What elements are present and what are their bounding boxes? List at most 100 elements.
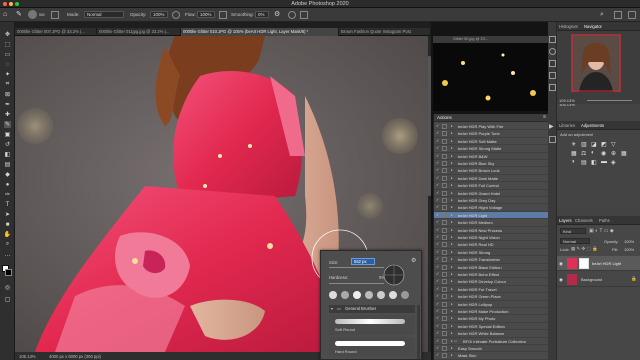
hue-saturation-icon[interactable]: ▦ (571, 150, 577, 157)
action-item[interactable]: ✓ ▸ beArt HDR Develop Colour (434, 278, 549, 286)
action-item[interactable]: ✓ ▸ beArt HDR Strong Matte (434, 145, 549, 153)
expand-icon[interactable]: ▸ (451, 323, 453, 330)
tab-adjustments[interactable]: Adjustments (581, 121, 604, 130)
navigator-zoom-slider[interactable] (587, 100, 632, 101)
screen-mode-icon[interactable]: ▢ (4, 296, 11, 303)
action-item[interactable]: ✓ ▸ beArt HDR Full Control (434, 182, 549, 190)
action-toggle-checkbox[interactable]: ✓ (436, 220, 440, 224)
brush-preset-swatch[interactable] (365, 291, 373, 299)
invert-icon[interactable]: ◑ (571, 159, 575, 165)
expand-icon[interactable]: ▸ (451, 301, 453, 308)
gradient-map-icon[interactable]: ▬ (601, 159, 607, 165)
action-item[interactable]: ✓ ▸ beArt HDR White Balance (434, 330, 549, 338)
expand-icon[interactable]: ▸ (451, 153, 453, 160)
action-item[interactable]: ✓ ▸ beArt HDR Play With Fire (434, 123, 549, 131)
dialog-toggle-box[interactable] (442, 227, 447, 233)
swatches-panel-icon[interactable] (549, 60, 556, 67)
action-item[interactable]: ✓ ▸ beArt HDR Green Place (434, 293, 549, 301)
action-item[interactable]: ✓ ▸ beArt HDR Night Vision (434, 234, 549, 242)
action-toggle-checkbox[interactable]: ✓ (436, 146, 440, 150)
type-tool-icon[interactable]: T (4, 201, 11, 208)
selective-color-icon[interactable]: ◈ (611, 159, 616, 166)
dialog-toggle-box[interactable] (442, 153, 447, 159)
action-toggle-checkbox[interactable]: ✓ (436, 309, 440, 313)
lasso-tool-icon[interactable]: ◌ (4, 61, 11, 68)
expand-icon[interactable]: ▸ (451, 160, 453, 167)
mode-select[interactable]: Normal (84, 11, 124, 18)
expand-icon[interactable]: ▸ (451, 123, 453, 130)
action-item[interactable]: ✓ ▸ beArt HDR Transformer (434, 256, 549, 264)
dialog-toggle-box[interactable] (442, 279, 447, 285)
hand-tool-icon[interactable]: ✋ (4, 231, 11, 238)
action-toggle-checkbox[interactable]: ✓ (436, 323, 440, 328)
layer-row[interactable]: ◉ Background 🔒 (557, 272, 640, 287)
move-tool-icon[interactable]: ✥ (4, 31, 11, 38)
search-icon[interactable]: ⌕ (600, 11, 608, 19)
dialog-toggle-box[interactable] (442, 161, 447, 166)
action-toggle-checkbox[interactable]: ✓ (436, 264, 440, 269)
dialog-toggle-box[interactable] (442, 353, 447, 359)
blend-mode-select[interactable]: Normal (560, 238, 590, 244)
expand-icon[interactable]: ▸ (451, 182, 453, 189)
action-toggle-checkbox[interactable]: ✓ (436, 272, 440, 276)
action-toggle-checkbox[interactable]: ✓ (436, 301, 440, 306)
action-item[interactable]: ✓ ▸ Mask Skin (434, 352, 549, 360)
color-balance-icon[interactable]: ⚖ (581, 150, 586, 157)
action-toggle-checkbox[interactable]: ✓ (436, 212, 440, 217)
action-item[interactable]: ✓ ▸ beArt HDR Soft Matte (434, 138, 549, 146)
action-item[interactable]: ✓ ▸ beArt HDR Purple Tone (434, 130, 549, 138)
artboard-tool-icon[interactable]: ⬚ (4, 41, 11, 48)
dialog-toggle-box[interactable] (442, 183, 447, 189)
folder-expand-icon[interactable]: ▸ ▭ (451, 338, 457, 345)
action-toggle-checkbox[interactable]: ✓ (436, 316, 440, 320)
layer-filter-icons[interactable]: ▣ ◐ T ▭ ◆ (589, 228, 637, 234)
stamp-tool-icon[interactable]: ▣ (4, 131, 11, 138)
dialog-toggle-box[interactable] (442, 131, 447, 137)
quick-mask-icon[interactable]: ◎ (4, 284, 11, 291)
action-item[interactable]: ✓ ▸ beArt HDR Black Edition (434, 264, 549, 271)
expand-icon[interactable]: ▸ (451, 175, 453, 182)
dodge-tool-icon[interactable]: ● (4, 181, 11, 188)
action-item[interactable]: ✓ ▸ beArt HDR Grand Hotel (434, 190, 549, 197)
expand-icon[interactable]: ▸ (451, 315, 453, 322)
healing-tool-icon[interactable]: ✚ (4, 111, 11, 118)
action-toggle-checkbox[interactable]: ✓ (436, 153, 440, 158)
dialog-toggle-box[interactable] (442, 168, 447, 174)
action-toggle-checkbox[interactable]: ✓ (436, 257, 440, 261)
action-item[interactable]: ✓ ▸ beArt HDR Brown Look (434, 167, 549, 175)
tab-paths[interactable]: Paths (599, 216, 610, 225)
history-brush-tool-icon[interactable]: ↺ (4, 141, 11, 148)
dialog-toggle-box[interactable] (442, 301, 447, 307)
dialog-toggle-box[interactable] (442, 249, 447, 255)
layer-opacity-input[interactable]: 100% (624, 239, 634, 244)
layer-name[interactable]: Background (581, 277, 602, 282)
symmetry-icon[interactable] (300, 11, 308, 19)
dialog-toggle-box[interactable] (442, 309, 447, 314)
expand-icon[interactable]: ▸ (451, 130, 453, 137)
eye-icon[interactable]: ◉ (559, 261, 563, 267)
dialog-toggle-box[interactable] (442, 316, 447, 322)
dialog-toggle-box[interactable] (442, 257, 447, 263)
action-item[interactable]: ✓ ▸ beArt HDR Real HD (434, 241, 549, 249)
brushes-panel-icon[interactable] (549, 84, 556, 91)
action-toggle-checkbox[interactable]: ✓ (436, 124, 440, 128)
color-lookup-icon[interactable]: ▦ (621, 150, 627, 157)
expand-icon[interactable]: ▸ (451, 197, 453, 204)
action-toggle-checkbox[interactable]: ✓ (436, 235, 440, 239)
dialog-toggle-box[interactable] (442, 146, 447, 152)
blur-tool-icon[interactable]: ◆ (4, 171, 11, 178)
action-item[interactable]: ✓ ▸ beArt HDR Boho Effect (434, 271, 549, 279)
dialog-toggle-box[interactable] (442, 323, 447, 329)
action-item[interactable]: ✓ ▸ Easy Smooth (434, 345, 549, 353)
brush-folder-row[interactable]: ▾ ▭ General Brushes (329, 305, 415, 313)
action-item[interactable]: ✓ ▸ beArt HDR Hight Voltage (434, 204, 549, 212)
action-toggle-checkbox[interactable]: ✓ (436, 131, 440, 135)
play-panel-icon[interactable]: ▶ (549, 124, 556, 131)
dialog-toggle-box[interactable] (442, 264, 447, 270)
layer-name[interactable]: beArt HDR Light (592, 261, 621, 266)
quick-select-tool-icon[interactable]: ✦ (4, 71, 11, 78)
expand-icon[interactable]: ▸ (451, 249, 453, 256)
pressure-opacity-icon[interactable] (172, 11, 180, 19)
floating-document-title[interactable]: Glitter 50.jpg @ 23... (433, 36, 548, 43)
action-item[interactable]: ✓ ▸ beArt HDR My Photo (434, 315, 549, 323)
